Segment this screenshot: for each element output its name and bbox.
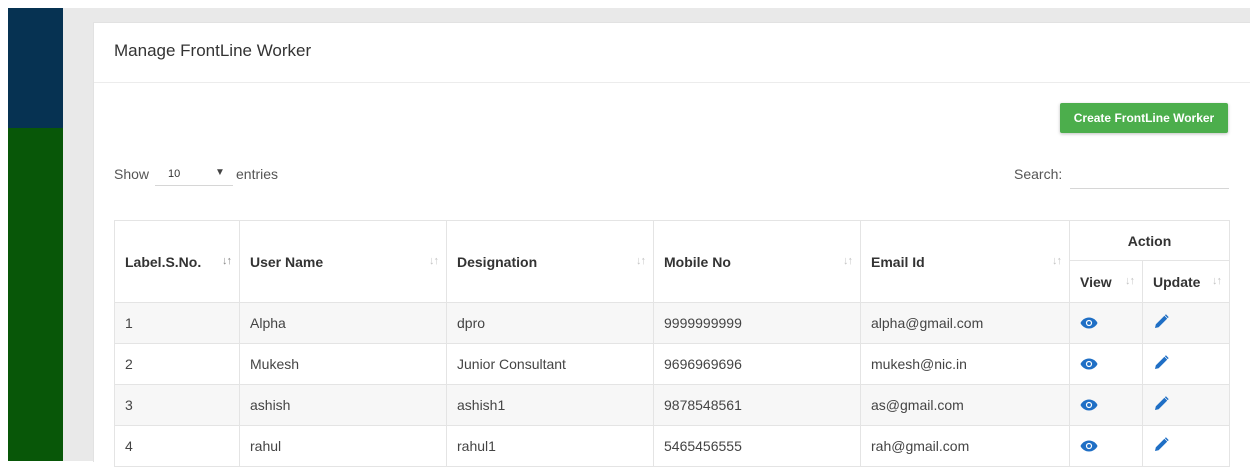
- content-card: Manage FrontLine Worker Create FrontLine…: [93, 22, 1250, 467]
- table-body: 1 Alpha dpro 9999999999 alpha@gmail.com 2 Muke…: [114, 302, 1230, 467]
- title-divider: [94, 82, 1250, 83]
- cell-designation: dpro: [446, 302, 654, 344]
- eye-icon[interactable]: [1080, 357, 1098, 373]
- table-row: 1 Alpha dpro 9999999999 alpha@gmail.com: [114, 302, 1230, 344]
- cell-user-name: rahul: [239, 425, 447, 467]
- cell-sno: 1: [114, 302, 240, 344]
- sidebar-menu: [8, 128, 63, 461]
- cell-email: mukesh@nic.in: [860, 343, 1070, 385]
- eye-icon[interactable]: [1080, 316, 1098, 332]
- column-header-user-name[interactable]: User Name ↓↑: [239, 220, 447, 303]
- cell-mobile: 9878548561: [653, 384, 861, 426]
- column-header-designation[interactable]: Designation ↓↑: [446, 220, 654, 303]
- entries-select[interactable]: 10 ▼: [155, 160, 233, 186]
- entries-select-value: 10: [168, 168, 181, 180]
- table-row: 4 rahul rahul1 5465456555 rah@gmail.com: [114, 425, 1230, 467]
- column-header-email[interactable]: Email Id ↓↑: [860, 220, 1070, 303]
- sort-icon: ↓↑: [1212, 274, 1222, 287]
- cell-user-name: Alpha: [239, 302, 447, 344]
- sidebar-header: [8, 8, 63, 128]
- cell-update: [1142, 302, 1230, 344]
- pencil-icon[interactable]: [1153, 436, 1169, 456]
- cell-sno: 2: [114, 343, 240, 385]
- cell-designation: Junior Consultant: [446, 343, 654, 385]
- cell-view: [1069, 384, 1143, 426]
- pencil-icon[interactable]: [1153, 395, 1169, 415]
- sort-icon: ↓↑: [636, 254, 646, 267]
- cell-designation: ashish1: [446, 384, 654, 426]
- workers-table: Label.S.No. ↓↑ User Name ↓↑ Designation ↓↑ …: [114, 220, 1230, 467]
- column-header-mobile[interactable]: Mobile No ↓↑: [653, 220, 861, 303]
- cell-sno: 4: [114, 425, 240, 467]
- caret-down-icon: ▼: [215, 167, 225, 178]
- column-header-view[interactable]: View ↓↑: [1069, 260, 1143, 303]
- eye-icon[interactable]: [1080, 398, 1098, 414]
- create-frontline-worker-button[interactable]: Create FrontLine Worker: [1060, 103, 1228, 133]
- cell-view: [1069, 425, 1143, 467]
- sort-icon: ↓↑: [222, 254, 232, 267]
- table-row: 3 ashish ashish1 9878548561 as@gmail.com: [114, 384, 1230, 426]
- cell-email: as@gmail.com: [860, 384, 1070, 426]
- pencil-icon[interactable]: [1153, 313, 1169, 333]
- entries-label: entries: [236, 166, 279, 182]
- cell-sno: 3: [114, 384, 240, 426]
- cell-email: alpha@gmail.com: [860, 302, 1070, 344]
- cell-update: [1142, 384, 1230, 426]
- column-header-sno[interactable]: Label.S.No. ↓↑: [114, 220, 240, 303]
- search-input[interactable]: [1070, 159, 1229, 189]
- action-group-header: Action: [1069, 220, 1230, 261]
- sort-icon: ↓↑: [429, 254, 439, 267]
- sort-icon: ↓↑: [843, 254, 853, 267]
- cell-mobile: 5465456555: [653, 425, 861, 467]
- eye-icon[interactable]: [1080, 439, 1098, 455]
- sort-icon: ↓↑: [1052, 254, 1062, 267]
- cell-view: [1069, 343, 1143, 385]
- cell-user-name: Mukesh: [239, 343, 447, 385]
- pencil-icon[interactable]: [1153, 354, 1169, 374]
- page-title: Manage FrontLine Worker: [114, 41, 312, 60]
- column-header-update[interactable]: Update ↓↑: [1142, 260, 1230, 303]
- cell-designation: rahul1: [446, 425, 654, 467]
- cell-user-name: ashish: [239, 384, 447, 426]
- cell-email: rah@gmail.com: [860, 425, 1070, 467]
- cell-update: [1142, 425, 1230, 467]
- table-row: 2 Mukesh Junior Consultant 9696969696 mukesh…: [114, 343, 1230, 385]
- show-label: Show: [114, 166, 150, 182]
- cell-update: [1142, 343, 1230, 385]
- cell-mobile: 9999999999: [653, 302, 861, 344]
- sort-icon: ↓↑: [1125, 274, 1135, 287]
- search-label: Search:: [1014, 166, 1063, 182]
- cell-mobile: 9696969696: [653, 343, 861, 385]
- cell-view: [1069, 302, 1143, 344]
